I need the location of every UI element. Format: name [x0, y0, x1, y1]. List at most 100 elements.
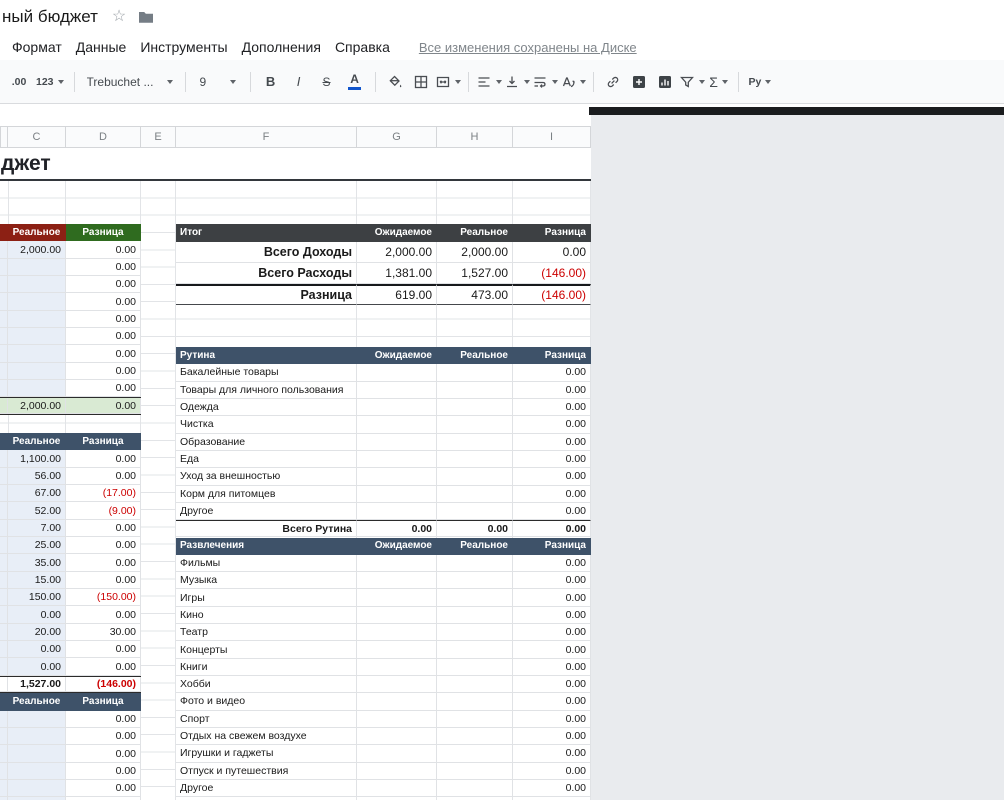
cell-diff[interactable]: 0.00: [513, 641, 591, 658]
cell-real[interactable]: [437, 572, 513, 589]
cell-diff[interactable]: 0.00: [66, 450, 141, 467]
cell[interactable]: [0, 606, 8, 623]
cell-real[interactable]: [437, 763, 513, 780]
totals-real[interactable]: 473.00: [437, 284, 513, 305]
cell-diff[interactable]: 0.00: [513, 659, 591, 676]
item-name[interactable]: Фото и видео: [176, 693, 357, 710]
cell-diff[interactable]: 0.00: [513, 711, 591, 728]
cell[interactable]: [0, 328, 8, 345]
cell-real[interactable]: [437, 399, 513, 416]
totals-real[interactable]: 1,527.00: [437, 263, 513, 284]
total-diff[interactable]: 0.00: [513, 520, 591, 537]
cell-diff[interactable]: 0.00: [513, 693, 591, 710]
header-diff[interactable]: Разница: [513, 538, 591, 555]
cell-diff[interactable]: 0.00: [66, 606, 141, 623]
cell[interactable]: [0, 554, 8, 571]
item-name[interactable]: Отпуск и путешествия: [176, 763, 357, 780]
strikethrough-button[interactable]: S: [314, 70, 340, 94]
insert-chart-button[interactable]: [653, 70, 677, 94]
header-real[interactable]: Реальное: [8, 693, 66, 710]
cell[interactable]: [0, 398, 8, 413]
cell-real[interactable]: [437, 589, 513, 606]
item-name[interactable]: Концерты: [176, 641, 357, 658]
cell-expected[interactable]: [357, 624, 437, 641]
filter-button[interactable]: [679, 70, 705, 94]
cell-diff[interactable]: 0.00: [66, 711, 141, 728]
cell-diff[interactable]: 0.00: [513, 763, 591, 780]
cell[interactable]: [0, 363, 8, 380]
cell-diff[interactable]: 0.00: [66, 345, 141, 362]
header-real[interactable]: Реальное: [8, 224, 66, 241]
header-real[interactable]: Реальное: [437, 538, 513, 555]
cell-expected[interactable]: [357, 434, 437, 451]
column-header-e[interactable]: E: [141, 126, 176, 148]
cell-expected[interactable]: [357, 572, 437, 589]
cell[interactable]: [0, 537, 8, 554]
totals-diff[interactable]: (146.00): [513, 263, 591, 284]
cell[interactable]: [0, 502, 8, 519]
cell-diff[interactable]: 0.00: [66, 763, 141, 780]
cell-diff[interactable]: (150.00): [66, 589, 141, 606]
cell-expected[interactable]: [357, 399, 437, 416]
totals-diff[interactable]: 0.00: [513, 242, 591, 263]
item-name[interactable]: Музыка: [176, 572, 357, 589]
cell[interactable]: [0, 450, 8, 467]
total-diff[interactable]: 0.00: [66, 398, 141, 413]
cell-diff[interactable]: 0.00: [513, 468, 591, 485]
cell-real[interactable]: [437, 693, 513, 710]
text-rotation-button[interactable]: [560, 70, 586, 94]
column-header-h[interactable]: H: [437, 126, 513, 148]
menu-item[interactable]: Данные: [69, 36, 134, 58]
cell-diff[interactable]: 30.00: [66, 624, 141, 641]
cell-diff[interactable]: 0.00: [513, 503, 591, 520]
cell[interactable]: [0, 711, 8, 728]
column-header-c[interactable]: C: [8, 126, 66, 148]
cell-real[interactable]: [437, 364, 513, 381]
cell-real[interactable]: [437, 641, 513, 658]
header-cell[interactable]: [0, 433, 8, 450]
cell-real[interactable]: 7.00: [8, 520, 66, 537]
header-expected[interactable]: Ожидаемое: [357, 347, 437, 364]
fill-color-button[interactable]: [383, 70, 407, 94]
cell-real[interactable]: [8, 763, 66, 780]
save-status-link[interactable]: Все изменения сохранены на Диске: [419, 40, 637, 55]
total-real[interactable]: 1,527.00: [8, 677, 66, 692]
cell-real[interactable]: [437, 468, 513, 485]
cell-real[interactable]: 150.00: [8, 589, 66, 606]
cell-diff[interactable]: 0.00: [513, 676, 591, 693]
cell-diff[interactable]: 0.00: [66, 363, 141, 380]
item-name[interactable]: Отдых на свежем воздухе: [176, 728, 357, 745]
cell[interactable]: [0, 241, 8, 258]
cell[interactable]: [0, 658, 8, 675]
item-name[interactable]: Кино: [176, 607, 357, 624]
header-section[interactable]: Рутина: [176, 347, 357, 364]
cell-real[interactable]: [8, 728, 66, 745]
cell-real[interactable]: [437, 676, 513, 693]
cell-real[interactable]: [437, 624, 513, 641]
number-format-button[interactable]: 123: [33, 70, 67, 94]
cell-diff[interactable]: 0.00: [66, 328, 141, 345]
cell[interactable]: [0, 589, 8, 606]
cell-real[interactable]: [8, 276, 66, 293]
totals-label[interactable]: Всего Доходы: [176, 242, 357, 263]
cell-diff[interactable]: 0.00: [66, 554, 141, 571]
header-diff[interactable]: Разница: [513, 224, 591, 242]
cell-expected[interactable]: [357, 780, 437, 797]
cell-real[interactable]: 0.00: [8, 606, 66, 623]
item-name[interactable]: Хобби: [176, 676, 357, 693]
cell-real[interactable]: [8, 363, 66, 380]
cell[interactable]: [0, 345, 8, 362]
cell-diff[interactable]: 0.00: [513, 382, 591, 399]
cell[interactable]: [0, 520, 8, 537]
total-diff[interactable]: (146.00): [66, 677, 141, 692]
cell-real[interactable]: [437, 607, 513, 624]
cell-expected[interactable]: [357, 364, 437, 381]
cell-real[interactable]: [8, 745, 66, 762]
header-real[interactable]: Реальное: [437, 347, 513, 364]
cell-real[interactable]: [437, 780, 513, 797]
cell-expected[interactable]: [357, 416, 437, 433]
cell-real[interactable]: [437, 451, 513, 468]
totals-expected[interactable]: 1,381.00: [357, 263, 437, 284]
cell-real[interactable]: 35.00: [8, 554, 66, 571]
cell-diff[interactable]: 0.00: [513, 728, 591, 745]
